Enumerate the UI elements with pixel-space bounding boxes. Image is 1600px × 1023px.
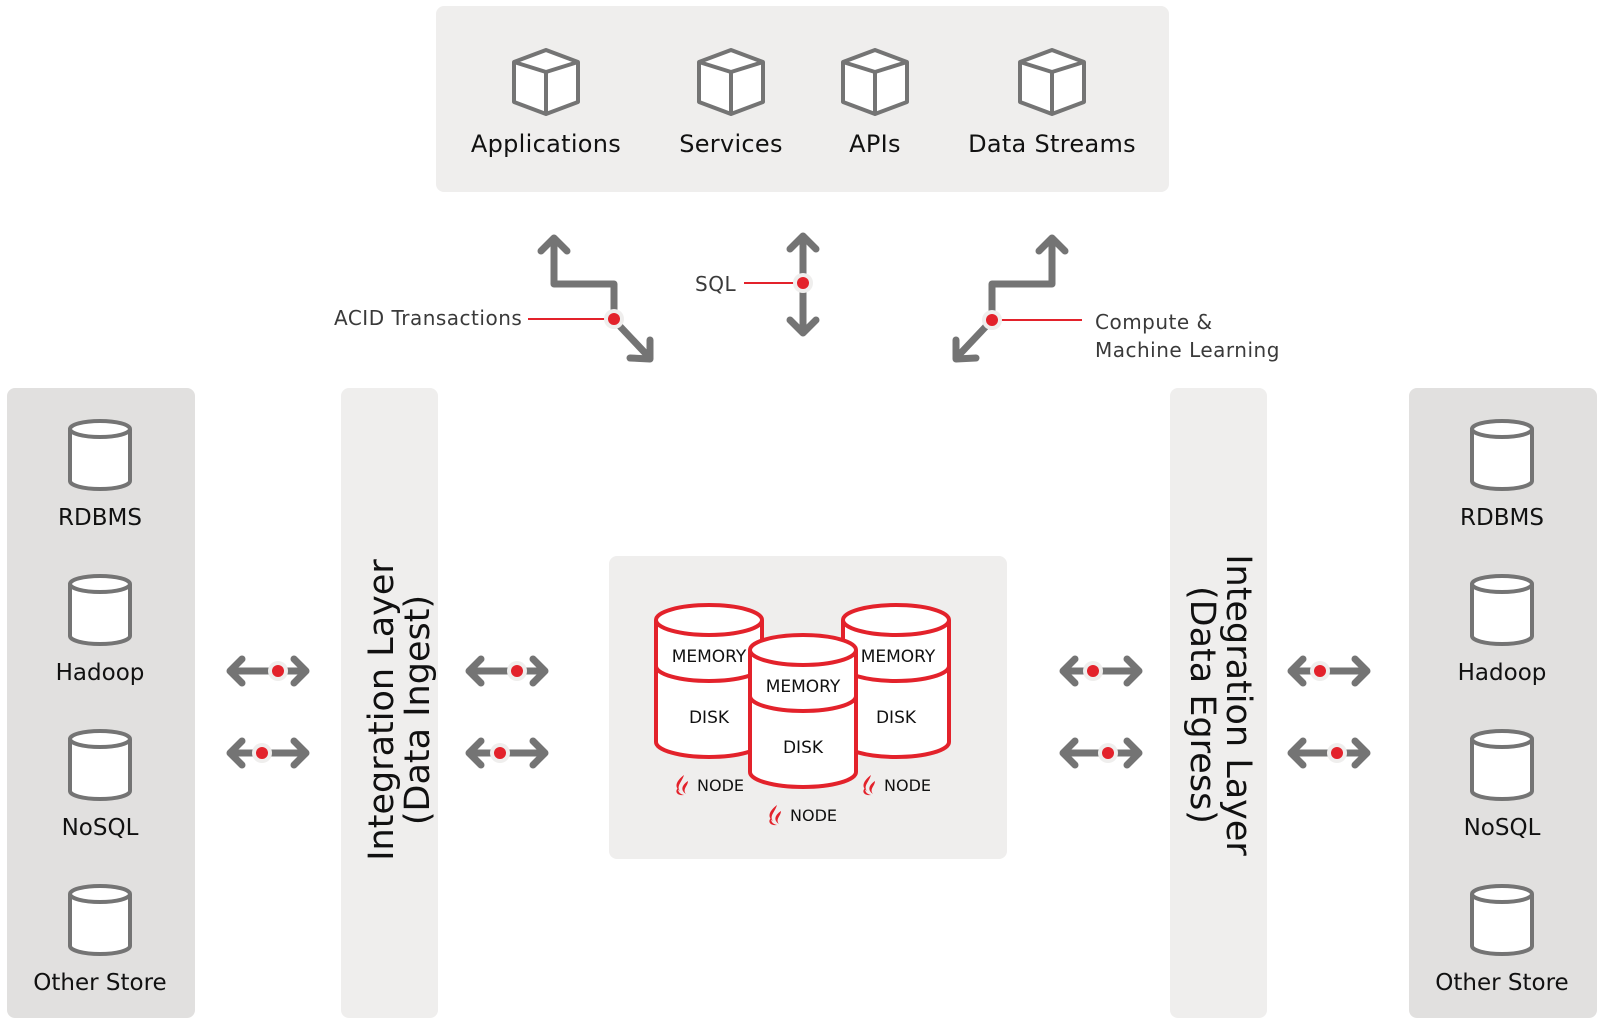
flame-icon <box>863 775 875 796</box>
nosql-database-icon-right <box>1470 729 1534 801</box>
flame-icon <box>769 805 781 826</box>
egress-arrow-4 <box>1291 741 1367 765</box>
services-label: Services <box>679 130 783 158</box>
memory-label: MEMORY <box>672 647 747 667</box>
hadoop-database-icon-left <box>68 574 132 646</box>
ingest-arrow-2 <box>230 741 306 765</box>
store-label-hadoop: Hadoop <box>55 660 145 686</box>
integration-ingest-title: Integration Layer (Data Ingest) <box>362 559 438 861</box>
applications-box-icon <box>512 48 580 116</box>
acid-transactions-arrow <box>528 234 654 363</box>
integration-egress-line1: Integration Layer <box>1218 554 1258 856</box>
node-cylinder-right: MEMORY DISK <box>841 603 951 759</box>
ingest-arrow-4 <box>469 741 545 765</box>
ingest-arrow-1 <box>230 659 306 683</box>
other-store-database-icon-left <box>68 884 132 956</box>
services-box-icon <box>697 48 765 116</box>
rdbms-database-icon-right <box>1470 419 1534 491</box>
rdbms-database-icon-left <box>68 419 132 491</box>
egress-arrow-1 <box>1063 659 1139 683</box>
ingest-arrow-3 <box>469 659 545 683</box>
memory-label: MEMORY <box>861 647 936 667</box>
node-label: NODE <box>790 806 837 825</box>
integration-ingest-line2: (Data Ingest) <box>398 594 438 826</box>
machine-learning-label: Machine Learning <box>1095 338 1280 362</box>
compute-ml-arrow <box>952 234 1082 363</box>
store-label-hadoop: Hadoop <box>1457 660 1547 686</box>
memory-label: MEMORY <box>766 677 841 697</box>
egress-arrow-2 <box>1063 741 1139 765</box>
node-label: NODE <box>884 776 931 795</box>
node-cylinder-center: MEMORY DISK <box>748 633 858 789</box>
store-label-nosql: NoSQL <box>1463 815 1541 841</box>
hadoop-database-icon-right <box>1470 574 1534 646</box>
applications-label: Applications <box>470 130 622 158</box>
sql-arrow <box>744 232 820 337</box>
disk-label: DISK <box>876 708 917 728</box>
flame-icon <box>676 775 688 796</box>
disk-label: DISK <box>783 738 824 758</box>
store-label-other: Other Store <box>33 970 167 996</box>
apis-label: APIs <box>849 130 901 158</box>
disk-label: DISK <box>689 708 730 728</box>
store-label-rdbms: RDBMS <box>58 505 142 531</box>
node-cylinder-left: MEMORY DISK <box>654 603 764 759</box>
egress-arrow-3 <box>1291 659 1367 683</box>
diagram-graphics: MEMORY DISK MEMORY DISK MEMORY DISK <box>68 48 1534 956</box>
integration-egress-title: Integration Layer (Data Egress) <box>1182 554 1258 856</box>
integration-egress-line2: (Data Egress) <box>1182 586 1222 824</box>
store-label-other: Other Store <box>1435 970 1569 996</box>
compute-label: Compute & <box>1095 310 1213 334</box>
apis-box-icon <box>841 48 909 116</box>
data-streams-label: Data Streams <box>968 130 1136 158</box>
other-store-database-icon-right <box>1470 884 1534 956</box>
integration-ingest-line1: Integration Layer <box>362 559 402 861</box>
store-label-rdbms: RDBMS <box>1460 505 1544 531</box>
node-label: NODE <box>697 776 744 795</box>
data-streams-box-icon <box>1018 48 1086 116</box>
acid-transactions-label: ACID Transactions <box>334 306 523 330</box>
nosql-database-icon-left <box>68 729 132 801</box>
sql-label: SQL <box>695 272 737 296</box>
store-label-nosql: NoSQL <box>61 815 139 841</box>
